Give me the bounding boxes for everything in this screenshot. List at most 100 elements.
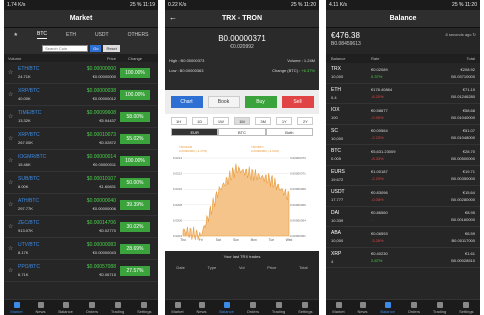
nav-item-settings[interactable]: Settings	[459, 301, 474, 314]
tab-eth[interactable]: ETH	[66, 32, 76, 38]
balance-row[interactable]: USDT 17.777 €0.83096 -0.08% €15.64 B0.0028000…	[326, 186, 480, 207]
coin-change: 2.87%	[371, 258, 383, 264]
clock: 11:19	[142, 2, 155, 8]
balance-row[interactable]: DAI 10.339 €0.86560- €8.95 B0.00160000	[326, 207, 480, 227]
chart-button[interactable]: Chart	[170, 96, 203, 108]
balance-row[interactable]: XRP 4 €0.40230 2.87% €1.61 B0.00028510	[326, 248, 480, 268]
coin-total-btc: B0.00350000	[451, 176, 475, 182]
pair-name[interactable]: XRP/BTC	[18, 88, 70, 94]
nav-item-settings[interactable]: Settings	[137, 301, 152, 314]
star-icon[interactable]: ☆	[8, 223, 18, 230]
market-row[interactable]: ☆ UTV/BTC 8.17K $0.00000083 €0.00000043 28.69…	[4, 238, 158, 260]
market-row[interactable]: ☆ TIME/BTC 13.32K $0.00099608 €5.94437 58.00%	[4, 106, 158, 128]
nav-item-news[interactable]: News	[358, 301, 368, 314]
y-tick-right: 0.00000371	[290, 172, 306, 176]
star-icon[interactable]: ☆	[8, 69, 18, 76]
pair-price: $0.00010107	[86, 176, 116, 182]
market-row[interactable]: ☆ SUB/BTC 8.00K $0.00010107 €1.60831 50.00%	[4, 172, 158, 194]
tab-favorites[interactable]: ★	[14, 32, 18, 38]
nav-item-news[interactable]: News	[197, 301, 207, 314]
balance-row[interactable]: ETH 0.4 €178.40864 -8.20% €71.10 B0.01246280	[326, 84, 480, 104]
star-icon[interactable]: ☆	[8, 135, 18, 142]
coin-change: -	[371, 217, 373, 223]
nav-item-settings[interactable]: Settings	[298, 301, 313, 314]
nav-item-market[interactable]: Market	[332, 301, 345, 314]
star-icon[interactable]: ☆	[8, 201, 18, 208]
market-row[interactable]: ☆ PPO/BTC 6.71K $0.00057088 €0.06715 27.57%	[4, 260, 158, 282]
pair-name[interactable]: ETH/BTC	[18, 66, 70, 72]
nav-item-trading[interactable]: Trading	[111, 301, 124, 314]
book-button[interactable]: Book	[207, 96, 240, 108]
x-tick-label: Sun	[233, 238, 239, 242]
y-tick-right: 0.00000373	[290, 156, 306, 160]
back-arrow-icon[interactable]: ←	[169, 13, 177, 22]
balance-rate-cell: €0.58677 -0.95%	[371, 108, 423, 120]
nav-label: Settings	[298, 308, 313, 314]
nav-item-orders[interactable]: Orders	[86, 301, 98, 314]
nav-item-news[interactable]: News	[36, 301, 46, 314]
buy-button[interactable]: Buy	[244, 96, 277, 108]
tab-usdt[interactable]: USDT	[95, 32, 109, 38]
nav-item-balance[interactable]: Balance	[58, 301, 73, 314]
star-icon[interactable]: ☆	[8, 245, 18, 252]
star-icon[interactable]: ☆	[8, 179, 18, 186]
balance-row[interactable]: ABA 10,000 €0.06593 -3.26% €6.59 B0.00117000	[326, 227, 480, 248]
balance-row[interactable]: EURS 19.672 €1.00187 -2.29% €19.71 B0.0035000…	[326, 166, 480, 186]
coin-symbol: ETH	[331, 86, 341, 93]
star-icon[interactable]: ☆	[8, 267, 18, 274]
pair-name[interactable]: SUB/BTC	[18, 176, 70, 182]
market-row[interactable]: ☆ XRP/BTC 40.00K $0.00000038 €0.00000012 100.…	[4, 84, 158, 106]
nav-item-orders[interactable]: Orders	[408, 301, 420, 314]
balance-row[interactable]: BTC 0.005 €5,631.23009 -8.33% €28.70 B0.00500…	[326, 145, 480, 166]
tab-btc[interactable]: BTC	[36, 31, 47, 39]
market-screen: 1.74 K/s 25 % 11:19 Market ★ BTC ETH USD…	[4, 0, 158, 315]
market-row[interactable]: ☆ IOGMR/BTC 15.46K $0.00000014 €0.00000011 10…	[4, 150, 158, 172]
pair-price-fiat: €5.94437	[99, 118, 116, 123]
market-pair-cell: PPO/BTC 6.71K	[18, 264, 70, 277]
status-bar: 1.74 K/s 25 % 11:19	[4, 0, 158, 10]
balance-row[interactable]: SC 10,000 €0.00564 -2.23% €51.07 B0.01048000	[326, 125, 480, 145]
market-row[interactable]: ☆ ETH/BTC 24.71K $0.00000000 €0.00000000 100.…	[4, 62, 158, 84]
go-button[interactable]: Go	[90, 44, 102, 52]
reset-button[interactable]: Reset	[103, 44, 120, 52]
pair-price-fiat: €0.00000006	[92, 206, 116, 211]
balance-icon	[384, 301, 391, 308]
balance-total-cell: €58.68 B0.01040000	[423, 108, 475, 120]
coin-symbol: XRP	[331, 250, 342, 257]
nav-item-orders[interactable]: Orders	[247, 301, 259, 314]
star-icon[interactable]: ☆	[8, 91, 18, 98]
refresh-icon[interactable]: ↻	[473, 32, 476, 37]
nav-item-market[interactable]: Market	[171, 301, 184, 314]
change-badge: 39.39%	[120, 199, 150, 210]
star-icon[interactable]: ☆	[8, 157, 18, 164]
coin-rate: €0.02089	[371, 66, 388, 72]
sell-button[interactable]: Sell	[281, 96, 314, 108]
pair-price-fiat: €1.60831	[99, 184, 116, 189]
search-input[interactable]	[42, 44, 89, 52]
tab-others[interactable]: OTHERS	[128, 32, 149, 38]
pair-name[interactable]: IOGMR/BTC	[18, 154, 70, 160]
balance-row[interactable]: IOX 100 €0.58677 -0.95% €58.68 B0.01040000	[326, 104, 480, 125]
price-panel: B0.00000371 €0.020992 High : B0.00000373…	[165, 28, 319, 90]
pair-name[interactable]: ATH/BTC	[18, 198, 70, 204]
pair-name[interactable]: UTV/BTC	[18, 242, 70, 248]
pair-name[interactable]: XRP/BTC	[18, 132, 70, 138]
balance-row[interactable]: TRX 10,000 €0.02089 0.37% €208.92 B0.03710000	[326, 63, 480, 84]
coin-amount: 0.4	[331, 94, 337, 100]
settings-icon	[141, 301, 148, 308]
market-row[interactable]: ☆ ATH/BTC 297.77K $0.00000040 €0.00000006 39.…	[4, 194, 158, 216]
star-icon[interactable]: ☆	[8, 113, 18, 120]
nav-item-trading[interactable]: Trading	[433, 301, 446, 314]
pair-name[interactable]: ZEC/BTC	[18, 220, 70, 226]
nav-item-trading[interactable]: Trading	[272, 301, 285, 314]
market-row[interactable]: ☆ XRP/BTC 267.00K $0.00010073 €0.02872 55.02%	[4, 128, 158, 150]
nav-item-market[interactable]: Market	[10, 301, 23, 314]
market-row[interactable]: ☆ ZEC/BTC 913.07K $0.00014706 €0.02770 30.02%	[4, 216, 158, 238]
pair-name[interactable]: TIME/BTC	[18, 110, 70, 116]
change-badge: 58.00%	[120, 111, 150, 122]
price-area-series	[182, 163, 290, 241]
nav-item-balance[interactable]: Balance	[380, 301, 395, 314]
pair-name[interactable]: PPO/BTC	[18, 264, 70, 270]
trading-icon	[114, 301, 121, 308]
nav-item-balance[interactable]: Balance	[219, 301, 234, 314]
